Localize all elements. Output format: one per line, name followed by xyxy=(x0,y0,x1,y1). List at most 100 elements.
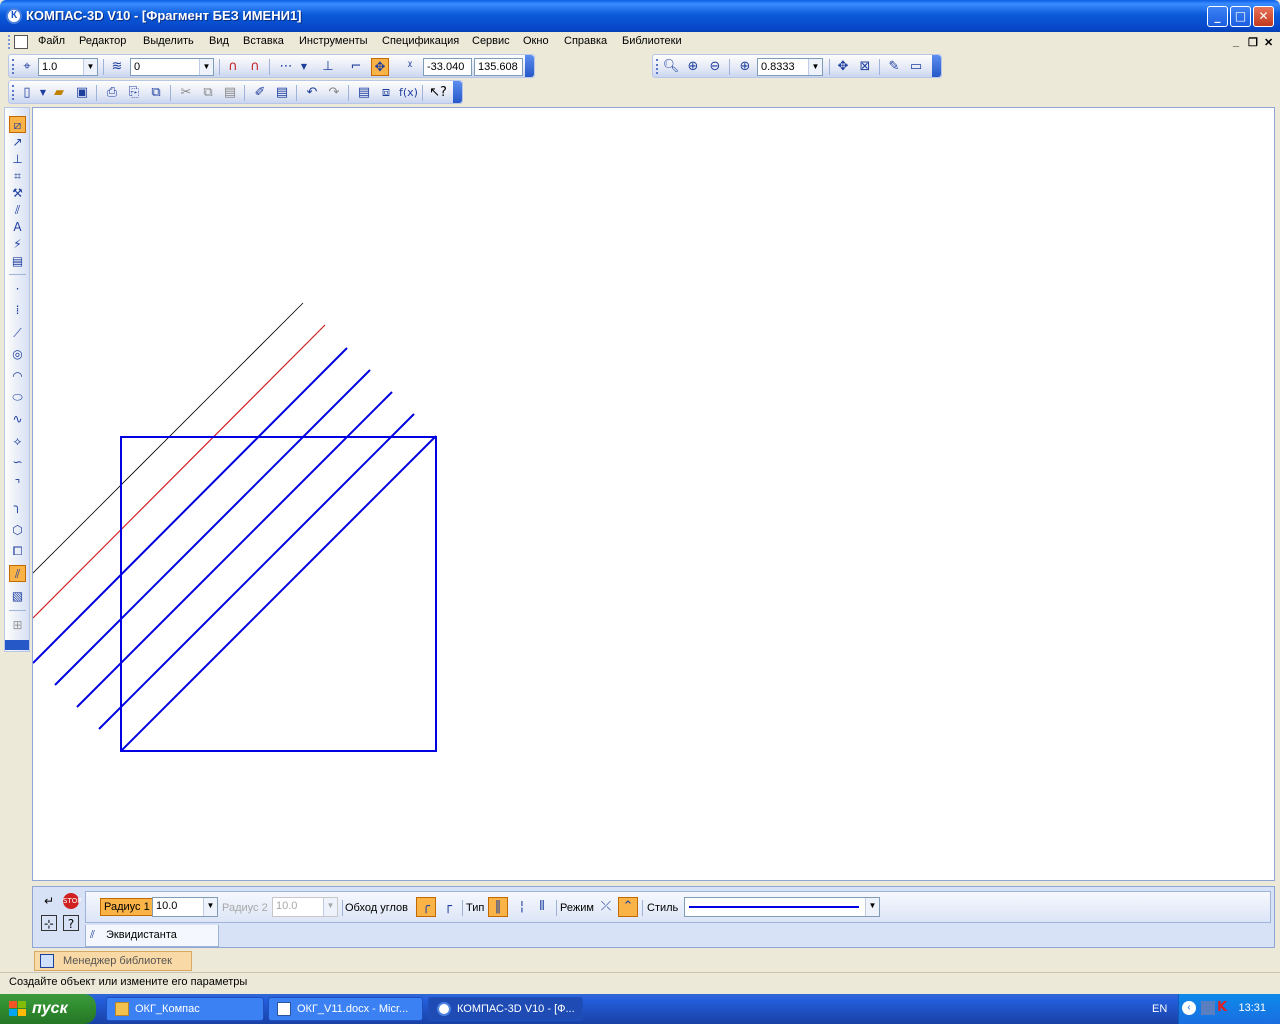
bezier-curve-icon[interactable]: ∽ xyxy=(9,454,26,471)
local-snap-icon[interactable]: ∩ xyxy=(246,58,264,76)
toolbar-grip[interactable] xyxy=(656,59,659,74)
document-icon[interactable] xyxy=(14,35,28,49)
mode-chevron-icon[interactable]: ⌃ xyxy=(618,897,638,917)
toolbar-grip[interactable] xyxy=(12,85,15,100)
drawing-svg[interactable] xyxy=(33,108,1276,882)
measure-panel-icon[interactable]: ⫽ xyxy=(9,202,26,219)
type-one-side-icon[interactable]: ¦ xyxy=(512,897,532,917)
toolbar-options[interactable] xyxy=(453,81,462,103)
segment-icon[interactable]: ⟋ xyxy=(9,325,26,342)
task-word[interactable]: ОКГ_V11.docx - Micr... xyxy=(268,997,423,1021)
corner-sharp-icon[interactable]: ┌ xyxy=(438,897,458,917)
radius1-field[interactable]: 10.0 ▼ xyxy=(152,897,218,917)
start-button[interactable]: пуск xyxy=(0,994,96,1024)
fillet-icon[interactable]: ╮ xyxy=(9,498,26,515)
menu-libraries[interactable]: Библиотеки xyxy=(622,35,682,47)
print-icon[interactable]: ⎙ xyxy=(103,84,121,102)
properties-icon[interactable]: ▤ xyxy=(273,84,291,102)
menu-tools[interactable]: Инструменты xyxy=(299,35,368,47)
save-icon[interactable]: ▣ xyxy=(73,84,91,102)
maximize-button[interactable]: □ xyxy=(1230,6,1251,27)
chevron-down-icon[interactable]: ▼ xyxy=(203,898,217,916)
menu-grip[interactable] xyxy=(8,35,11,49)
equidistant-line[interactable] xyxy=(76,391,393,708)
drawing-canvas[interactable] xyxy=(32,107,1275,881)
tray-collapse-icon[interactable]: ‹ xyxy=(1182,1001,1196,1015)
mode-cross-icon[interactable]: ⤫ xyxy=(596,897,616,917)
arc-icon[interactable]: ◠ xyxy=(9,368,26,385)
auxiliary-line-icon[interactable]: ⁞ xyxy=(9,302,26,319)
minimize-button[interactable]: _ xyxy=(1207,6,1228,27)
chevron-down-icon[interactable]: ▼ xyxy=(199,59,213,75)
copy-properties-icon[interactable]: ✐ xyxy=(251,84,269,102)
variables-fx-icon[interactable]: f(x) xyxy=(399,84,418,102)
type-both-sides-icon[interactable]: ‖ xyxy=(488,897,508,917)
ortho-mode-icon[interactable]: ⌐ xyxy=(347,58,365,76)
designations-panel-icon[interactable]: ⊥ xyxy=(9,151,26,168)
zoom-out-icon[interactable]: ⊖ xyxy=(706,58,724,76)
library-manager-icon[interactable]: ▤ xyxy=(355,84,373,102)
tab-equidistant[interactable]: ⫽ Эквидистанта xyxy=(85,925,219,947)
type-symmetric-icon[interactable]: ⦀ xyxy=(532,897,552,917)
geometry-panel-icon[interactable]: ⧄ xyxy=(9,116,26,133)
library-manager-tab[interactable]: Менеджер библиотек xyxy=(34,951,192,971)
toolbar-options[interactable] xyxy=(932,55,941,77)
menu-view[interactable]: Вид xyxy=(209,35,229,47)
stop-icon[interactable]: STOP xyxy=(63,893,81,909)
print-preview-icon[interactable]: ⎘ xyxy=(125,84,143,102)
chevron-down-icon[interactable]: ▼ xyxy=(83,59,97,75)
coord-y-field[interactable]: 135.608 xyxy=(474,58,523,76)
toolbar-options[interactable] xyxy=(5,640,29,650)
macro-element-icon[interactable]: ⊞ xyxy=(9,617,26,634)
hatch-icon[interactable]: ▧ xyxy=(9,588,26,605)
chevron-down-icon[interactable]: ▼ xyxy=(808,59,822,75)
network-icon[interactable] xyxy=(1201,1001,1215,1015)
snap-icon[interactable]: ⊹ xyxy=(41,915,57,931)
task-folder[interactable]: ОКГ_Компас xyxy=(106,997,264,1021)
help-icon[interactable]: ? xyxy=(63,915,79,931)
close-button[interactable]: ✕ xyxy=(1253,6,1274,27)
chamfer-icon[interactable]: ⌝ xyxy=(9,476,26,493)
menu-service[interactable]: Сервис xyxy=(472,35,510,47)
equidistant-line[interactable] xyxy=(98,413,415,730)
pan-icon[interactable]: ✥ xyxy=(834,58,852,76)
radius1-label[interactable]: Радиус 1 xyxy=(100,898,154,916)
task-kompas[interactable]: КОМПАС-3D V10 - [Ф... xyxy=(428,997,583,1021)
refresh-icon[interactable]: ✎ xyxy=(885,58,903,76)
menu-window[interactable]: Окно xyxy=(523,35,549,47)
mdi-restore-button[interactable]: ❐ xyxy=(1248,36,1258,49)
layer-combo[interactable]: 0 ▼ xyxy=(130,58,214,76)
toolbar-grip[interactable] xyxy=(12,59,15,74)
step-combo[interactable]: 1.0 ▼ xyxy=(38,58,98,76)
mdi-close-button[interactable]: ✕ xyxy=(1264,36,1273,49)
show-all-icon[interactable]: ⊠ xyxy=(856,58,874,76)
equidistant-line[interactable] xyxy=(54,369,371,686)
create-object-icon[interactable]: ↵ xyxy=(41,893,57,909)
equidistant-phantom-line[interactable] xyxy=(33,324,326,619)
grid-icon[interactable]: ⋯ xyxy=(277,58,295,76)
layers-icon[interactable]: ≋ xyxy=(108,58,126,76)
mdi-minimize-button[interactable]: _ xyxy=(1233,36,1239,48)
screen-icon[interactable]: ▭ xyxy=(907,58,925,76)
paste-icon[interactable]: ▤ xyxy=(221,84,239,102)
cut-icon[interactable]: ✂ xyxy=(177,84,195,102)
polygon-icon[interactable]: ⬡ xyxy=(9,522,26,539)
zoom-scale-icon[interactable]: ⊕ xyxy=(736,58,754,76)
export-icon[interactable]: ⧉ xyxy=(147,84,165,102)
menu-specification[interactable]: Спецификация xyxy=(382,35,459,47)
menu-file[interactable]: Файл xyxy=(38,35,65,47)
parametrization-panel-icon[interactable]: ⚒ xyxy=(9,185,26,202)
coord-x-field[interactable]: -33.040 xyxy=(423,58,472,76)
point-icon[interactable]: · xyxy=(9,281,26,298)
polyline-icon[interactable]: ⟡ xyxy=(9,433,26,450)
chevron-down-icon[interactable]: ▼ xyxy=(865,898,879,916)
line-style-combo[interactable]: ▼ xyxy=(684,897,880,917)
equidistant-line[interactable] xyxy=(33,347,348,664)
square-diagonal-line[interactable] xyxy=(120,435,437,752)
selection-panel-icon[interactable]: A xyxy=(9,219,26,236)
language-indicator[interactable]: EN xyxy=(1152,1003,1167,1015)
menu-insert[interactable]: Вставка xyxy=(243,35,284,47)
assoc-views-panel-icon[interactable]: ⚡ xyxy=(9,236,26,253)
chevron-down-icon[interactable]: ▼ xyxy=(295,58,313,76)
ellipse-icon[interactable]: ⬭ xyxy=(9,389,26,406)
